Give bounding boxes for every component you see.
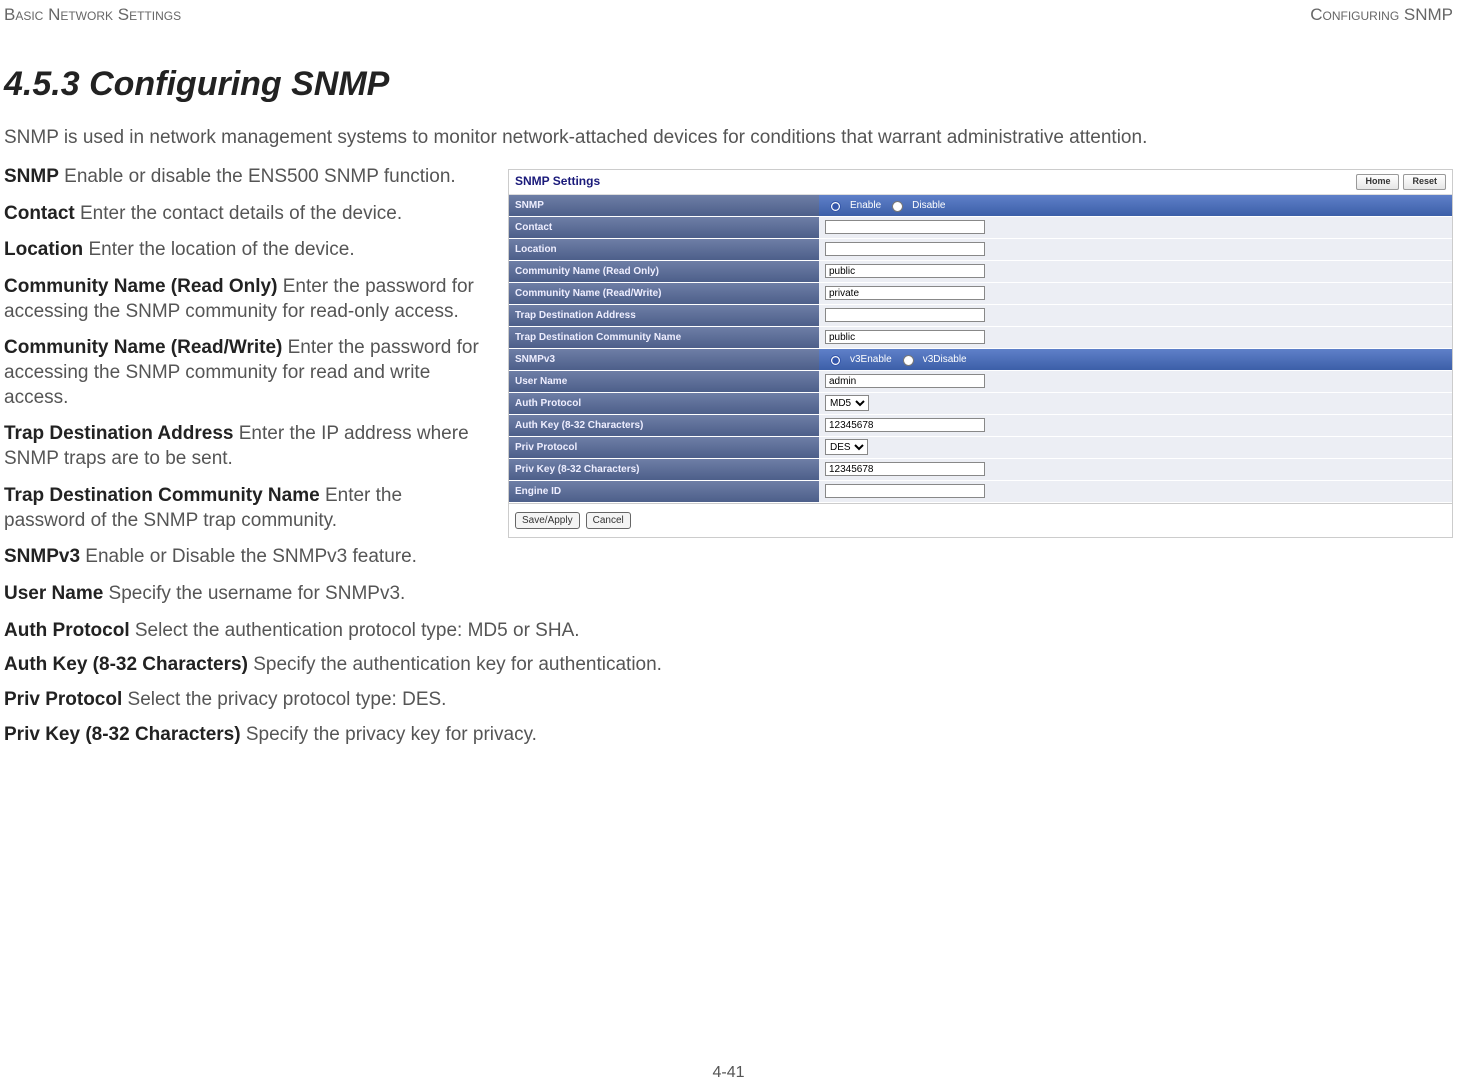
- def-comm-rw: Community Name (Read/Write) Enter the pa…: [4, 336, 484, 410]
- term: Auth Key (8-32 Characters): [4, 654, 248, 675]
- def-auth-protocol: Auth Protocol Select the authentication …: [4, 619, 1453, 644]
- radio-label: Enable: [850, 199, 881, 212]
- cancel-button[interactable]: Cancel: [586, 512, 631, 529]
- snmp-enable-group: Enable Disable: [819, 195, 1452, 216]
- snmp-settings-panel: SNMP Settings Home Reset SNMP Enable Dis…: [508, 169, 1453, 538]
- snmpv3-enable-group: v3Enable v3Disable: [819, 349, 1452, 370]
- term: Auth Protocol: [4, 620, 130, 641]
- row-label: Community Name (Read/Write): [509, 283, 819, 304]
- v3-enable-radio[interactable]: [830, 355, 841, 366]
- desc: Select the authentication protocol type:…: [130, 620, 580, 641]
- engine-id-input[interactable]: [825, 484, 985, 498]
- def-location: Location Enter the location of the devic…: [4, 238, 484, 263]
- row-label: Engine ID: [509, 481, 819, 502]
- term: Priv Key (8-32 Characters): [4, 724, 241, 745]
- community-ro-input[interactable]: [825, 264, 985, 278]
- v3-disable-radio[interactable]: [903, 355, 914, 366]
- def-snmpv3: SNMPv3 Enable or Disable the SNMPv3 feat…: [4, 545, 484, 570]
- desc: Enter the location of the device.: [83, 239, 354, 260]
- def-auth-key: Auth Key (8-32 Characters) Specify the a…: [4, 653, 1453, 678]
- auth-protocol-select[interactable]: MD5: [825, 395, 869, 411]
- term: Priv Protocol: [4, 689, 122, 710]
- term: Community Name (Read Only): [4, 276, 277, 297]
- snmp-enable-radio[interactable]: [830, 201, 841, 212]
- location-input[interactable]: [825, 242, 985, 256]
- term: Trap Destination Community Name: [4, 485, 320, 506]
- row-label: Auth Protocol: [509, 393, 819, 414]
- priv-key-input[interactable]: [825, 462, 985, 476]
- community-rw-input[interactable]: [825, 286, 985, 300]
- trap-comm-input[interactable]: [825, 330, 985, 344]
- def-username: User Name Specify the username for SNMPv…: [4, 582, 484, 607]
- term: Contact: [4, 203, 75, 224]
- header-left: Basic Network Settings: [4, 4, 181, 26]
- page-number: 4-41: [0, 1063, 1457, 1084]
- row-label: Community Name (Read Only): [509, 261, 819, 282]
- trap-addr-input[interactable]: [825, 308, 985, 322]
- term: Trap Destination Address: [4, 423, 233, 444]
- header-right: Configuring SNMP: [1310, 4, 1453, 26]
- radio-label: v3Enable: [850, 353, 892, 366]
- desc: Enable or disable the ENS500 SNMP functi…: [59, 166, 456, 187]
- def-snmp: SNMP Enable or disable the ENS500 SNMP f…: [4, 165, 484, 190]
- def-priv-protocol: Priv Protocol Select the privacy protoco…: [4, 688, 1453, 713]
- reset-button[interactable]: Reset: [1403, 174, 1446, 190]
- term: SNMP: [4, 166, 59, 187]
- home-button[interactable]: Home: [1356, 174, 1399, 190]
- row-label: SNMPv3: [509, 349, 819, 370]
- panel-title: SNMP Settings: [515, 174, 600, 190]
- section-heading: 4.5.3 Configuring SNMP: [4, 62, 1453, 106]
- row-label: Priv Protocol: [509, 437, 819, 458]
- radio-label: v3Disable: [923, 353, 967, 366]
- def-comm-ro: Community Name (Read Only) Enter the pas…: [4, 275, 484, 324]
- term: User Name: [4, 583, 103, 604]
- term: Location: [4, 239, 83, 260]
- desc: Specify the authentication key for authe…: [248, 654, 662, 675]
- def-trap-addr: Trap Destination Address Enter the IP ad…: [4, 422, 484, 471]
- contact-input[interactable]: [825, 220, 985, 234]
- term: SNMPv3: [4, 546, 80, 567]
- def-trap-comm: Trap Destination Community Name Enter th…: [4, 484, 484, 533]
- row-label: Location: [509, 239, 819, 260]
- auth-key-input[interactable]: [825, 418, 985, 432]
- desc: Enter the contact details of the device.: [75, 203, 402, 224]
- save-apply-button[interactable]: Save/Apply: [515, 512, 580, 529]
- term: Community Name (Read/Write): [4, 337, 282, 358]
- row-label: Auth Key (8-32 Characters): [509, 415, 819, 436]
- desc: Select the privacy protocol type: DES.: [122, 689, 446, 710]
- desc: Specify the privacy key for privacy.: [241, 724, 537, 745]
- row-label: Trap Destination Community Name: [509, 327, 819, 348]
- row-label: Priv Key (8-32 Characters): [509, 459, 819, 480]
- row-label: SNMP: [509, 195, 819, 216]
- snmp-disable-radio[interactable]: [892, 201, 903, 212]
- page-header: Basic Network Settings Configuring SNMP: [4, 0, 1453, 32]
- row-label: Trap Destination Address: [509, 305, 819, 326]
- def-priv-key: Priv Key (8-32 Characters) Specify the p…: [4, 723, 1453, 748]
- priv-protocol-select[interactable]: DES: [825, 439, 868, 455]
- desc: Enable or Disable the SNMPv3 feature.: [80, 546, 417, 567]
- radio-label: Disable: [912, 199, 945, 212]
- intro-paragraph: SNMP is used in network management syste…: [4, 126, 1453, 151]
- row-label: Contact: [509, 217, 819, 238]
- desc: Specify the username for SNMPv3.: [103, 583, 405, 604]
- username-input[interactable]: [825, 374, 985, 388]
- def-contact: Contact Enter the contact details of the…: [4, 202, 484, 227]
- row-label: User Name: [509, 371, 819, 392]
